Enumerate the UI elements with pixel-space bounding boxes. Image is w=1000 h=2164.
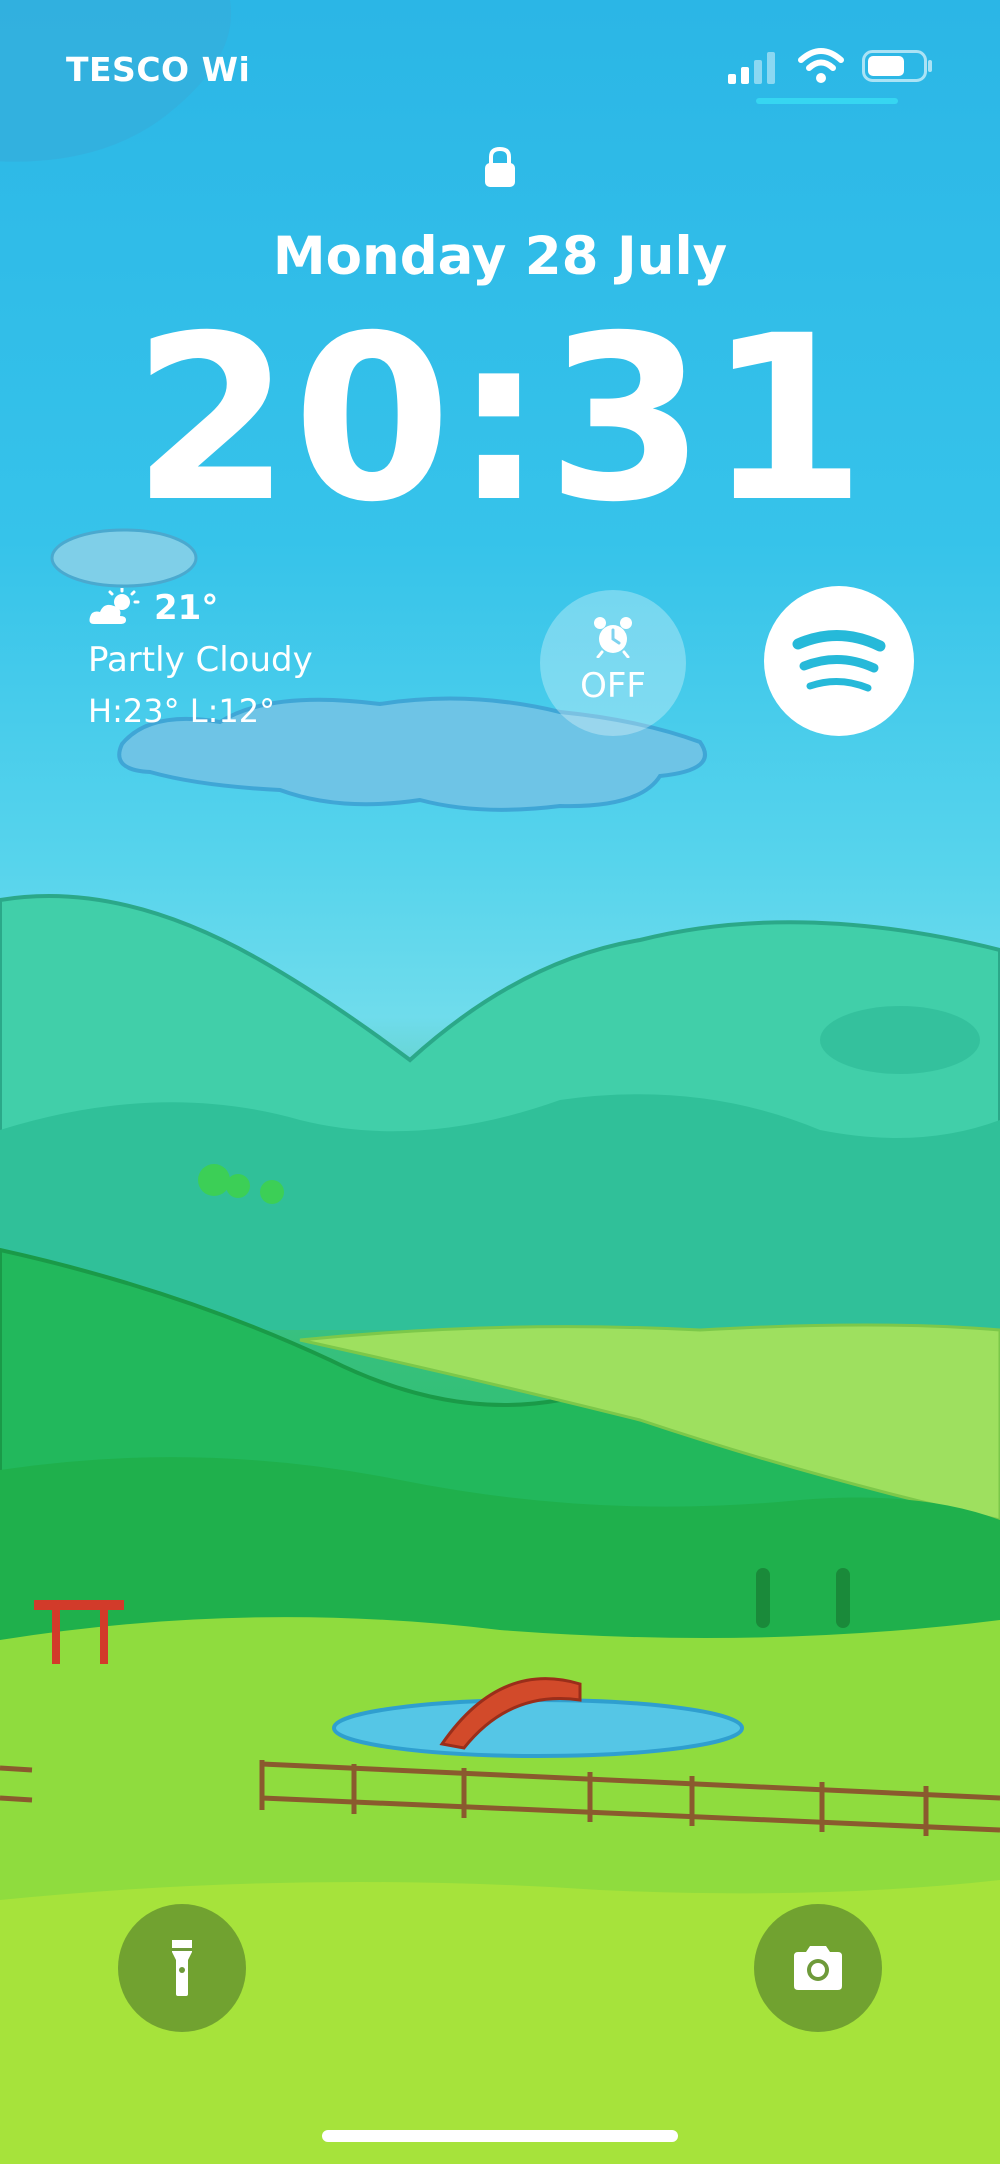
lock-screen-date: Monday 28 July — [272, 226, 728, 287]
spotify-icon — [792, 630, 886, 692]
carrier-label: TESCO Wi — [66, 50, 251, 89]
home-indicator[interactable] — [322, 2130, 678, 2142]
focus-indicator — [756, 98, 898, 104]
cellular-signal-icon — [728, 52, 775, 84]
weather-temperature: 21° — [154, 588, 219, 628]
alarm-widget[interactable]: OFF — [540, 590, 686, 736]
camera-icon — [794, 1946, 842, 1990]
wifi-icon — [798, 48, 844, 83]
spotify-widget[interactable] — [764, 586, 914, 736]
camera-button[interactable] — [754, 1904, 882, 2032]
weather-high-low: H:23° L:12° — [88, 692, 276, 730]
battery-icon — [862, 50, 932, 82]
weather-widget[interactable]: 21° Partly Cloudy H:23° L:12° — [88, 588, 408, 738]
lock-screen-time: 20:31 — [132, 286, 868, 552]
weather-condition: Partly Cloudy — [88, 640, 313, 680]
flashlight-button[interactable] — [118, 1904, 246, 2032]
flashlight-icon — [172, 1940, 192, 1996]
status-bar: TESCO Wi — [0, 0, 1000, 110]
alarm-status-label: OFF — [580, 666, 646, 706]
partly-cloudy-icon — [89, 588, 140, 624]
alarm-clock-icon — [594, 617, 632, 658]
lock-icon — [485, 146, 515, 187]
